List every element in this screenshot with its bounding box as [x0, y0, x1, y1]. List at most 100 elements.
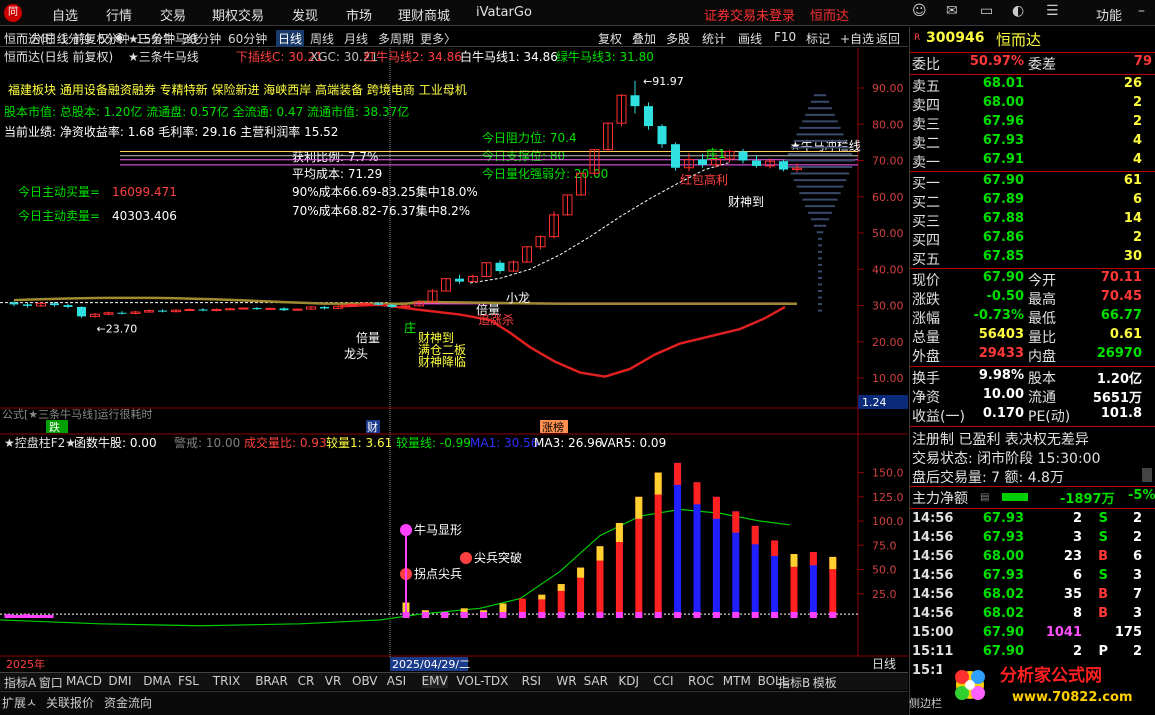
tick-row[interactable]: 14:56 67.93 3 S 2 [910, 530, 1155, 549]
quote-row[interactable]: 涨跌 -0.50 最高 70.45 [910, 289, 1155, 308]
indicator-tab-20[interactable]: MTM [723, 674, 751, 688]
indicator-tab-4[interactable]: DMA [143, 674, 171, 688]
scroll-handle[interactable] [1142, 468, 1152, 482]
tick-row[interactable]: 14:56 67.93 6 S 3 [910, 568, 1155, 587]
menu-stock-name[interactable]: 恒而达 [810, 5, 849, 24]
btn-back[interactable]: 返回 [876, 30, 900, 47]
indicator-tab-1[interactable]: 窗口 [39, 674, 63, 691]
quote-row[interactable]: 总量 56403 量比 0.61 [910, 327, 1155, 346]
btn-diejia[interactable]: 叠加 [632, 30, 656, 47]
tick-row[interactable]: 15:00 67.90 1041 175 [910, 625, 1155, 644]
indicator-tab-18[interactable]: CCI [653, 674, 673, 688]
menu-item-shichang[interactable]: 市场 [346, 5, 372, 24]
indicator-tab-7[interactable]: BRAR [255, 674, 288, 688]
menu-item-hangqing[interactable]: 行情 [106, 5, 132, 24]
bid-row[interactable]: 买二 67.89 6 [910, 192, 1155, 211]
brand-url: www.70822.com [1012, 690, 1133, 705]
indicator-tab-13[interactable]: VOL-TDX [456, 674, 508, 688]
period-label[interactable]: 日线 [872, 657, 896, 671]
quote-row[interactable]: 涨幅 -0.73% 最低 66.77 [910, 308, 1155, 327]
indicator-tab-23[interactable]: 模板 [813, 674, 837, 691]
monitor-icon[interactable]: ▭ [980, 3, 993, 19]
tab-daily[interactable]: 日线 [276, 30, 305, 47]
tick-row[interactable]: 14:56 67.93 2 S 2 [910, 511, 1155, 530]
tab-1min[interactable]: 1分钟 [60, 30, 92, 47]
indicator-tab-11[interactable]: ASI [387, 674, 406, 688]
tab-30min[interactable]: 30分钟 [182, 30, 221, 47]
expand-button[interactable]: 扩展ㅅ [2, 694, 37, 711]
quote-row[interactable]: 现价 67.90 今开 70.11 [910, 270, 1155, 289]
tab-more[interactable]: 更多〉 [420, 30, 456, 47]
tab-5min[interactable]: 5分钟 [98, 30, 130, 47]
menu-item-zixuan[interactable]: 自选 [52, 5, 78, 24]
ask-row[interactable]: 卖一 67.91 4 [910, 152, 1155, 171]
bid-row[interactable]: 买一 67.90 61 [910, 173, 1155, 192]
fund-flow-button[interactable]: 资金流向 [104, 694, 152, 711]
menu-item-faxian[interactable]: 发现 [292, 5, 318, 24]
indicator-tab-17[interactable]: KDJ [618, 674, 639, 688]
menu-item-ivatargo[interactable]: iVatarGo [476, 5, 532, 20]
marker-zhangbang: 涨榜 [542, 420, 564, 434]
menu-item-options[interactable]: 期权交易 [212, 5, 264, 24]
signal-icon [460, 552, 472, 564]
related-quote-button[interactable]: 关联报价 [46, 694, 94, 711]
kline-chart-area[interactable]: 恒而达(日线 前复权) ★三条牛马线 下插线C: 30.21 XGC: 30.2… [0, 48, 908, 672]
kline-chart-svg[interactable]: 恒而达(日线 前复权) ★三条牛马线 下插线C: 30.21 XGC: 30.2… [0, 48, 908, 672]
control-bar [732, 511, 740, 618]
ask-row[interactable]: 卖二 67.93 4 [910, 133, 1155, 152]
btn-add-favorite[interactable]: +自选 [840, 30, 874, 47]
message-icon[interactable]: ✉ [946, 3, 958, 19]
settings-menu-icon[interactable]: ☰ [1046, 3, 1059, 19]
btn-duogu[interactable]: 多股 [666, 30, 690, 47]
tab-15min[interactable]: 15分钟 [136, 30, 175, 47]
btn-huaxian[interactable]: 画线 [738, 30, 762, 47]
fundamental-row[interactable]: 换手 9.98% 股本 1.20亿 [910, 368, 1155, 387]
btn-f10[interactable]: F10 [774, 30, 796, 44]
minimize-icon[interactable]: – [1138, 3, 1145, 19]
btn-biaoji[interactable]: 标记 [806, 30, 830, 47]
tab-multi-period[interactable]: 多周期 [378, 30, 414, 47]
tab-monthly[interactable]: 月线 [344, 30, 368, 47]
indicator-tab-19[interactable]: ROC [688, 674, 714, 688]
fundamental-row[interactable]: 净资 10.00 流通 5651万 [910, 387, 1155, 406]
flow-detail-icon[interactable]: ▤ [980, 492, 989, 503]
indicator-tab-22[interactable]: 指标B [778, 674, 810, 691]
bid-row[interactable]: 买四 67.86 2 [910, 230, 1155, 249]
indicator-tab-14[interactable]: RSI [522, 674, 542, 688]
indicator-tab-16[interactable]: SAR [584, 674, 608, 688]
ask-row[interactable]: 卖四 68.00 2 [910, 95, 1155, 114]
bid-row[interactable]: 买三 67.88 14 [910, 211, 1155, 230]
tab-60min[interactable]: 60分钟 [228, 30, 267, 47]
tab-fenshi[interactable]: 分时 [30, 30, 54, 47]
btn-tongji[interactable]: 统计 [702, 30, 726, 47]
ask-row[interactable]: 卖三 67.96 2 [910, 114, 1155, 133]
resistance-text: 今日阻力位: 70.4 [482, 130, 577, 145]
user-icon[interactable]: ☺ [912, 3, 927, 19]
app-logo-icon[interactable]: 同 [4, 4, 22, 22]
stock-code: 300946 [926, 30, 985, 46]
menu-item-licai[interactable]: 理财商城 [398, 5, 450, 24]
menu-item-jiaoyi[interactable]: 交易 [160, 5, 186, 24]
tab-weekly[interactable]: 周线 [310, 30, 334, 47]
tick-row[interactable]: 14:56 68.02 35 B 7 [910, 587, 1155, 606]
indicator-tab-8[interactable]: CR [298, 674, 315, 688]
skin-icon[interactable]: ◐ [1012, 3, 1024, 19]
indicator-tab-6[interactable]: TRIX [213, 674, 240, 688]
indicator-tab-9[interactable]: VR [325, 674, 342, 688]
login-status-link[interactable]: 证券交易未登录 [704, 5, 795, 24]
fundamental-row[interactable]: 收益(一) 0.170 PE(动) 101.8 [910, 406, 1155, 425]
indicator-tab-3[interactable]: DMI [108, 674, 131, 688]
quote-row[interactable]: 外盘 29433 内盘 26970 [910, 346, 1155, 365]
indicator-tab-15[interactable]: WR [556, 674, 576, 688]
bid-row[interactable]: 买五 67.85 30 [910, 249, 1155, 268]
indicator-tab-10[interactable]: OBV [352, 674, 378, 688]
btn-fuquan[interactable]: 复权 [598, 30, 622, 47]
tick-row[interactable]: 14:56 68.00 23 B 6 [910, 549, 1155, 568]
functions-menu[interactable]: 功能 [1096, 5, 1122, 24]
indicator-tab-2[interactable]: MACD [66, 674, 102, 688]
indicator-tab-5[interactable]: FSL [178, 674, 199, 688]
indicator-tab-0[interactable]: 指标A [4, 674, 36, 691]
ask-row[interactable]: 卖五 68.01 26 [910, 76, 1155, 95]
tick-row[interactable]: 14:56 68.02 8 B 3 [910, 606, 1155, 625]
indicator-tab-12[interactable]: EMV [421, 674, 448, 688]
